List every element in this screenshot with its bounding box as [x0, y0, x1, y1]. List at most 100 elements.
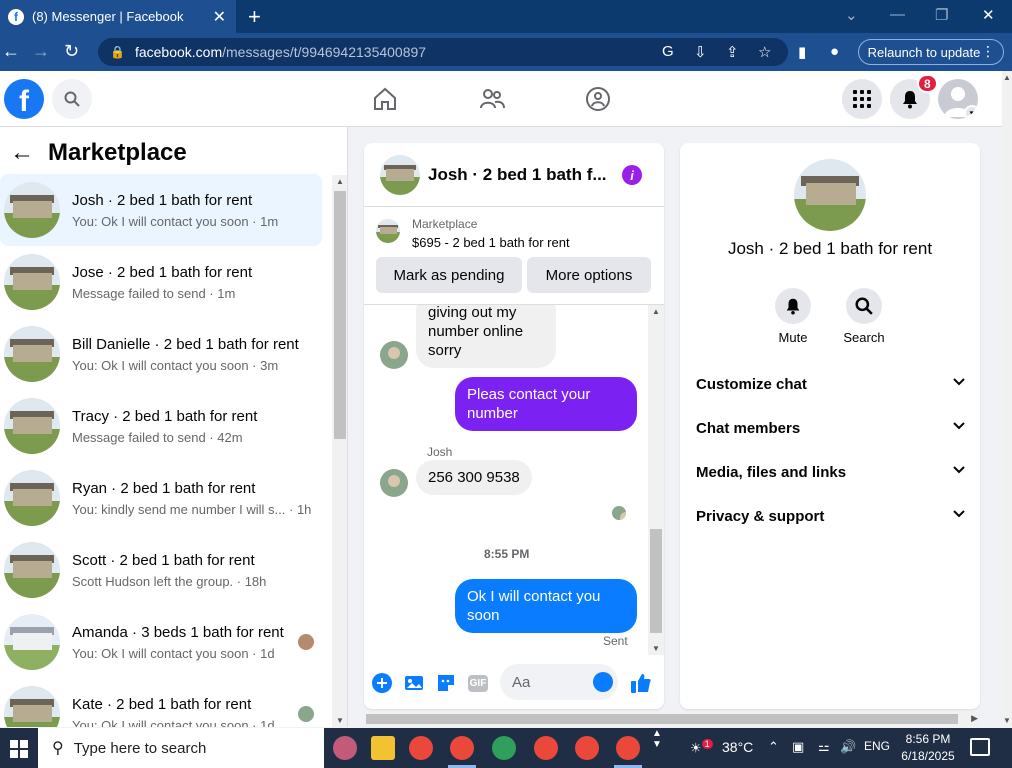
conversation-item[interactable]: Jose · 2 bed 1 bath for rent Message fail…: [0, 246, 322, 318]
conversation-preview: Message failed to send · 1m: [72, 285, 236, 301]
sidebar-scrollbar[interactable]: ▲ ▼: [332, 175, 347, 727]
mute-button[interactable]: Mute: [763, 288, 823, 345]
photo-icon[interactable]: [403, 672, 425, 694]
outgoing-message[interactable]: Ok I will contact you soon: [455, 579, 637, 633]
meet-now-icon[interactable]: ▣: [792, 739, 804, 755]
chrome-profile-icon[interactable]: [575, 736, 599, 760]
chat-title[interactable]: Josh · 2 bed 1 bath f...: [428, 165, 607, 185]
close-window-button[interactable]: ✕: [982, 6, 995, 24]
sticker-icon[interactable]: [435, 672, 457, 694]
search-chat-button[interactable]: Search: [834, 288, 894, 345]
scroll-up-icon[interactable]: ▲: [336, 177, 344, 186]
conversation-item[interactable]: Kate · 2 bed 1 bath for rent You: Ok I wi…: [0, 678, 322, 727]
chrome-profile-icon[interactable]: [616, 736, 640, 760]
message-thread: giving out my number online sorry Pleas …: [364, 305, 648, 655]
scroll-down-icon[interactable]: ▼: [652, 644, 660, 653]
taskbar-clock[interactable]: 8:56 PM 6/18/2025: [896, 731, 960, 765]
chrome-profile-icon[interactable]: [492, 736, 516, 760]
scroll-right-icon[interactable]: ▶: [971, 713, 978, 724]
google-icon[interactable]: G: [662, 43, 674, 60]
facebook-logo-icon[interactable]: f: [4, 79, 44, 119]
chrome-icon[interactable]: [409, 736, 433, 760]
groups-icon[interactable]: [584, 85, 612, 113]
chat-info-panel: Josh · 2 bed 1 bath for rent Mute Search…: [680, 143, 980, 709]
new-tab-button[interactable]: +: [248, 4, 261, 30]
profile-icon[interactable]: ●: [830, 43, 839, 60]
chevron-up-icon[interactable]: ⌃: [768, 739, 779, 755]
tray-overflow-icon[interactable]: ▲ ▼: [652, 728, 662, 750]
add-icon[interactable]: [371, 672, 393, 694]
more-options-button[interactable]: More options: [527, 257, 651, 293]
weather-icon[interactable]: ☀ 1: [690, 739, 713, 756]
maximize-button[interactable]: ❐: [935, 6, 948, 24]
file-explorer-icon[interactable]: [371, 736, 395, 760]
search-button[interactable]: [52, 79, 92, 119]
scroll-up-icon[interactable]: ▲: [1003, 73, 1011, 82]
app-icon[interactable]: [333, 736, 357, 760]
minimize-button[interactable]: —: [890, 6, 905, 23]
back-arrow-icon[interactable]: ←: [10, 139, 34, 167]
menu-grid-button[interactable]: [842, 79, 882, 119]
thread-scrollbar[interactable]: ▲ ▼: [648, 305, 664, 655]
volume-icon[interactable]: 🔊: [840, 739, 856, 755]
scroll-down-icon[interactable]: ▼: [1003, 716, 1011, 725]
scroll-up-icon[interactable]: ▲: [652, 307, 660, 316]
chrome-profile-icon[interactable]: [450, 736, 474, 760]
home-icon[interactable]: [371, 85, 399, 113]
relaunch-label: Relaunch to update: [867, 44, 981, 60]
wifi-icon[interactable]: ⚍: [818, 739, 830, 755]
chrome-profile-icon[interactable]: [534, 736, 558, 760]
outgoing-message[interactable]: Pleas contact your number: [455, 377, 637, 431]
browser-titlebar: f (8) Messenger | Facebook ✕ + ⌄ — ❐ ✕: [0, 0, 1012, 33]
weather-badge: 1: [701, 739, 713, 749]
section-media-files-links[interactable]: Media, files and links: [696, 458, 966, 486]
page-scrollbar[interactable]: ▲ ▼: [1002, 71, 1012, 727]
scrollbar-thumb[interactable]: [366, 714, 958, 724]
section-privacy-support[interactable]: Privacy & support: [696, 502, 966, 530]
weather-temp[interactable]: 38°C: [722, 739, 753, 755]
account-avatar[interactable]: ▼: [938, 79, 978, 119]
like-icon[interactable]: [630, 672, 652, 694]
chat-avatar[interactable]: [380, 155, 420, 195]
bell-icon: [786, 298, 800, 315]
emoji-icon[interactable]: [593, 672, 613, 692]
friends-icon[interactable]: [478, 85, 506, 113]
taskbar-search[interactable]: ⚲ Type here to search: [38, 728, 324, 768]
horizontal-scrollbar[interactable]: ▶: [364, 712, 980, 726]
conversation-item[interactable]: Amanda · 3 beds 1 bath for rent You: Ok I…: [0, 606, 322, 678]
incoming-message[interactable]: 256 300 9538: [416, 460, 532, 495]
section-chat-members[interactable]: Chat members: [696, 414, 966, 442]
sidepanel-icon[interactable]: ▮: [798, 43, 806, 61]
listing-price[interactable]: $695 - 2 bed 1 bath for rent: [412, 235, 570, 250]
windows-start-icon[interactable]: [10, 740, 28, 758]
url-field[interactable]: 🔒 facebook.com/messages/t/99469421354008…: [98, 38, 788, 66]
browser-tab[interactable]: f (8) Messenger | Facebook ✕: [0, 0, 236, 33]
share-icon[interactable]: ⇪: [726, 43, 739, 61]
notification-center-icon[interactable]: [970, 738, 990, 756]
incoming-message[interactable]: giving out my number online sorry: [416, 305, 556, 368]
section-customize-chat[interactable]: Customize chat: [696, 370, 966, 398]
conversation-item[interactable]: Bill Danielle · 2 bed 1 bath for rent You…: [0, 318, 322, 390]
conversation-item[interactable]: Scott · 2 bed 1 bath for rent Scott Hudso…: [0, 534, 322, 606]
relaunch-button[interactable]: Relaunch to update ⋮: [858, 39, 1004, 65]
listing-thumbnail[interactable]: [376, 219, 400, 243]
back-icon[interactable]: ←: [2, 41, 20, 62]
mark-as-pending-button[interactable]: Mark as pending: [376, 257, 522, 293]
gif-icon[interactable]: GIF: [466, 672, 490, 694]
info-icon[interactable]: i: [622, 165, 642, 185]
conversation-item[interactable]: Josh · 2 bed 1 bath for rent You: Ok I wi…: [0, 174, 322, 246]
menu-dots-icon[interactable]: ⋮: [981, 43, 995, 60]
bookmark-star-icon[interactable]: ☆: [758, 43, 771, 61]
tab-search-icon[interactable]: ⌄: [845, 6, 858, 24]
scroll-down-icon[interactable]: ▼: [336, 716, 344, 725]
scrollbar-thumb[interactable]: [334, 191, 346, 439]
language-indicator[interactable]: ENG: [864, 739, 890, 753]
close-tab-icon[interactable]: ✕: [213, 7, 226, 27]
reload-icon[interactable]: ↻: [64, 41, 79, 62]
install-icon[interactable]: ⇩: [694, 43, 707, 61]
conversation-item[interactable]: Tracy · 2 bed 1 bath for rent Message fai…: [0, 390, 322, 462]
conversation-item[interactable]: Ryan · 2 bed 1 bath for rent You: kindly …: [0, 462, 322, 534]
forward-icon[interactable]: →: [32, 41, 50, 62]
read-receipt-avatar: [298, 706, 314, 722]
scrollbar-thumb[interactable]: [650, 529, 662, 633]
